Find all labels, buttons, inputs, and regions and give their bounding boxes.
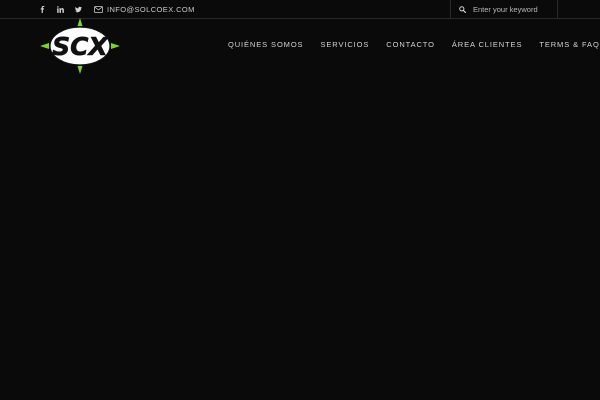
email-text: INFO@SOLCOEX.COM bbox=[107, 4, 195, 14]
site-logo[interactable]: SCX bbox=[40, 18, 120, 74]
search-input[interactable] bbox=[473, 4, 553, 14]
compass-point-south bbox=[77, 66, 83, 74]
search-box[interactable] bbox=[450, 0, 558, 18]
top-bar: INFO@SOLCOEX.COM bbox=[0, 0, 600, 19]
compass-point-east bbox=[111, 43, 120, 49]
envelope-icon bbox=[94, 5, 103, 13]
main-nav: QUIÉNES SOMOS SERVICIOS CONTACTO ÁREA CL… bbox=[228, 40, 600, 50]
twitter-icon[interactable] bbox=[74, 5, 82, 13]
compass-point-west bbox=[40, 43, 49, 49]
nav-item-servicios[interactable]: SERVICIOS bbox=[320, 40, 369, 50]
linkedin-icon[interactable] bbox=[56, 5, 64, 13]
social-links bbox=[38, 0, 82, 18]
nav-item-terms-faqs[interactable]: TERMS & FAQS bbox=[539, 40, 600, 50]
search-icon bbox=[459, 5, 466, 13]
facebook-icon[interactable] bbox=[38, 5, 46, 13]
contact-email[interactable]: INFO@SOLCOEX.COM bbox=[94, 0, 195, 18]
nav-item-area-clientes[interactable]: ÁREA CLIENTES bbox=[452, 40, 522, 50]
logo-text: SCX bbox=[52, 32, 109, 61]
nav-item-quienes-somos[interactable]: QUIÉNES SOMOS bbox=[228, 40, 303, 50]
nav-item-contacto[interactable]: CONTACTO bbox=[386, 40, 435, 50]
compass-point-north bbox=[77, 18, 83, 26]
